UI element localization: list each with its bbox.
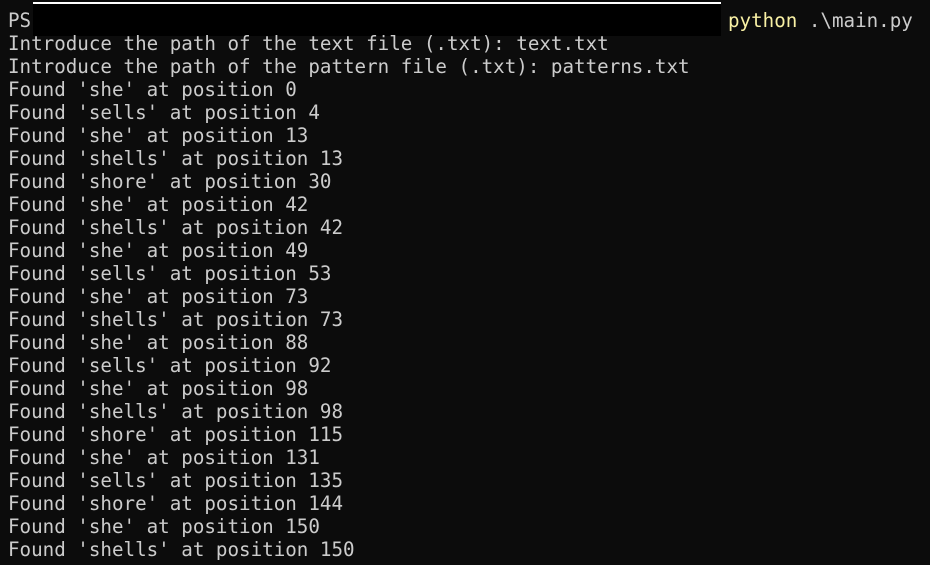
output-line: Found 'she' at position 98 bbox=[8, 377, 309, 400]
output-line: Found 'shells' at position 42 bbox=[8, 216, 344, 239]
prompt-command: python .\main.py bbox=[728, 9, 913, 32]
output-line: Found 'she' at position 88 bbox=[8, 331, 309, 354]
command-argument: .\main.py bbox=[797, 9, 913, 32]
output-line: Found 'shells' at position 73 bbox=[8, 308, 344, 331]
output-line: Found 'sells' at position 4 bbox=[8, 101, 320, 124]
output-line: Found 'she' at position 150 bbox=[8, 515, 320, 538]
output-line: Found 'shore' at position 30 bbox=[8, 170, 332, 193]
output-line: Found 'shells' at position 150 bbox=[8, 538, 355, 561]
output-line: Found 'shore' at position 115 bbox=[8, 423, 344, 446]
output-line: Found 'she' at position 49 bbox=[8, 239, 309, 262]
output-line: Found 'she' at position 13 bbox=[8, 124, 309, 147]
redacted-path bbox=[33, 2, 721, 36]
command-name: python bbox=[728, 9, 798, 32]
output-line: Introduce the path of the text file (.tx… bbox=[8, 32, 609, 55]
output-line: Found 'sells' at position 53 bbox=[8, 262, 332, 285]
output-line: Found 'shells' at position 98 bbox=[8, 400, 344, 423]
output-line: Found 'sells' at position 135 bbox=[8, 469, 344, 492]
output-line: Found 'shore' at position 144 bbox=[8, 492, 344, 515]
terminal-window[interactable]: PS python .\main.py Introduce the path o… bbox=[0, 0, 930, 565]
output-line: Found 'shells' at position 13 bbox=[8, 147, 344, 170]
output-line: Found 'she' at position 73 bbox=[8, 285, 309, 308]
output-line: Found 'sells' at position 92 bbox=[8, 354, 332, 377]
output-line: Introduce the path of the pattern file (… bbox=[8, 55, 690, 78]
output-line: Found 'she' at position 131 bbox=[8, 446, 320, 469]
prompt-ps-label: PS bbox=[8, 9, 32, 32]
output-line: Found 'she' at position 0 bbox=[8, 78, 297, 101]
output-line: Found 'she' at position 42 bbox=[8, 193, 309, 216]
